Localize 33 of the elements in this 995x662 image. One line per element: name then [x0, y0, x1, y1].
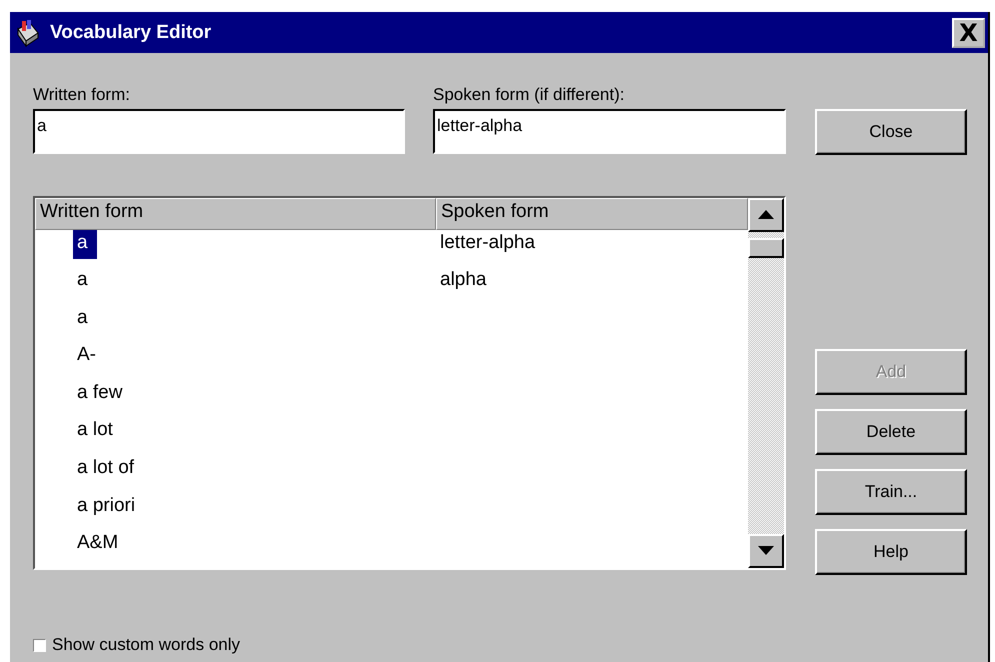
spoken-form-cell[interactable]: alpha [436, 267, 490, 294]
dialog-button[interactable]: Train... [815, 468, 967, 515]
written-form-cell[interactable]: a lot [73, 417, 117, 444]
written-form-cell[interactable]: A&M [73, 530, 122, 556]
written-form-field[interactable]: a [33, 109, 405, 154]
custom-words-checkbox[interactable]: Show custom words only [33, 628, 786, 662]
written-form-cell[interactable]: a few [73, 380, 126, 406]
scrollbar[interactable] [748, 198, 784, 568]
window-close-button[interactable]: X [952, 18, 985, 48]
dialog-button[interactable]: Delete [815, 408, 967, 455]
checkbox-label: Show custom words only [52, 635, 240, 656]
field-label: Spoken form (if different): [433, 85, 626, 106]
written-form-cell[interactable]: a [73, 304, 92, 331]
checkbox-box[interactable] [33, 638, 46, 652]
written-form-cell[interactable]: a lot of [73, 455, 138, 481]
spoken-form-cell[interactable]: letter-alpha [436, 230, 540, 256]
spoken-form-field[interactable]: letter-alpha [433, 109, 786, 154]
scroll-down-button[interactable] [748, 534, 784, 568]
written-form-cell[interactable]: a priori [73, 492, 140, 519]
dialog-button[interactable]: Help [815, 528, 967, 575]
up-arrow-icon [758, 210, 774, 220]
written-form-cell[interactable]: A- [73, 342, 100, 368]
written-form-cell[interactable]: a [73, 267, 92, 294]
window-title: Vocabulary Editor [50, 22, 212, 44]
down-arrow-icon [758, 546, 774, 556]
scroll-thumb[interactable] [748, 238, 784, 258]
written-form-cell[interactable]: a [73, 230, 97, 259]
card-box-icon [16, 18, 40, 46]
field-label: Written form: [33, 85, 131, 106]
scroll-up-button[interactable] [748, 198, 784, 232]
dialog-button[interactable]: Close [815, 109, 967, 155]
column-header[interactable]: Written form [35, 198, 436, 230]
column-header[interactable]: Spoken form [436, 198, 748, 230]
